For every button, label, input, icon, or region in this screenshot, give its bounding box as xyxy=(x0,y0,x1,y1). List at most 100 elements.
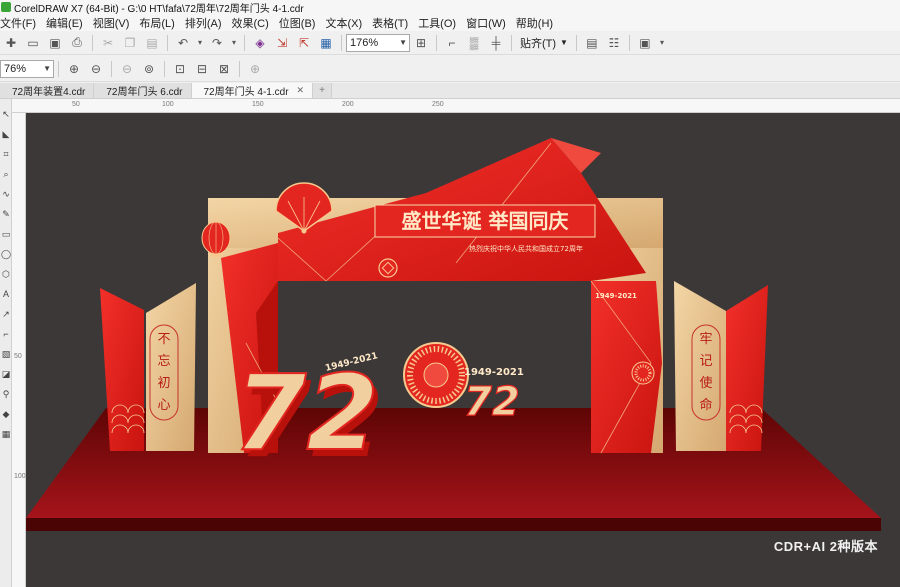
undo-icon[interactable]: ↶ xyxy=(174,34,192,52)
tab-document-1[interactable]: 72周年装置4.cdr xyxy=(0,83,95,98)
smart-fill-icon[interactable]: ▦ xyxy=(1,429,11,439)
application-launcher-icon[interactable]: ▣ xyxy=(636,34,654,52)
right-pillar-char-3: 使 xyxy=(699,375,712,391)
menu-edit[interactable]: 编辑(E) xyxy=(46,15,89,31)
print-icon[interactable]: ⎙ xyxy=(68,34,86,52)
tab-document-2[interactable]: 72周年门头 6.cdr xyxy=(94,83,192,98)
document-tabs: 72周年装置4.cdr 72周年门头 6.cdr 72周年门头 4-1.cdr … xyxy=(0,83,900,99)
publish-pdf-icon[interactable]: ▦ xyxy=(317,34,335,52)
horizontal-ruler[interactable]: 50 100 150 200 250 xyxy=(12,99,900,113)
coreldraw-app-icon xyxy=(1,2,11,12)
zoom-out-icon[interactable]: ⊖ xyxy=(87,60,105,78)
interactive-fill-icon[interactable]: ◆ xyxy=(1,409,11,419)
ruler-tick: 100 xyxy=(162,101,174,108)
text-tool-icon[interactable]: A xyxy=(1,289,11,299)
polygon-tool-icon[interactable]: ⬡ xyxy=(1,269,11,279)
show-guidelines-icon[interactable]: ╪ xyxy=(487,34,505,52)
cut-icon[interactable]: ✂ xyxy=(99,34,117,52)
crop-tool-icon[interactable]: ⌗ xyxy=(1,149,11,159)
copy-icon[interactable]: ❐ xyxy=(121,34,139,52)
zoom-in-icon[interactable]: ⊕ xyxy=(65,60,83,78)
new-document-icon[interactable]: ✚ xyxy=(2,34,20,52)
right-pillar xyxy=(674,281,768,451)
left-pillar xyxy=(100,283,196,451)
separator xyxy=(341,34,342,51)
zoom-to-height-icon[interactable]: ⊠ xyxy=(215,60,233,78)
left-pillar-char-2: 忘 xyxy=(157,354,170,369)
separator xyxy=(628,34,630,51)
separator xyxy=(111,60,112,77)
artwork-svg: 盛世华诞 举国同庆 热烈庆祝中华人民共和国成立72周年 1949-2021 不 … xyxy=(26,138,881,531)
close-icon[interactable]: ✕ xyxy=(297,85,305,96)
menu-help[interactable]: 帮助(H) xyxy=(516,15,559,31)
zoom-tool-icon[interactable]: ⌕ xyxy=(1,169,11,179)
drop-shadow-icon[interactable]: ▧ xyxy=(1,349,11,359)
save-icon[interactable]: ▣ xyxy=(46,34,64,52)
chevron-down-icon: ▼ xyxy=(43,63,51,73)
snap-to-button[interactable]: 贴齐(T) ▼ xyxy=(516,35,572,51)
menu-table[interactable]: 表格(T) xyxy=(372,15,414,31)
redo-icon[interactable]: ↷ xyxy=(208,34,226,52)
new-tab-button[interactable]: + xyxy=(313,83,332,98)
drawing-canvas[interactable]: 盛世华诞 举国同庆 热烈庆祝中华人民共和国成立72周年 1949-2021 不 … xyxy=(26,113,900,587)
right-pillar-char-2: 记 xyxy=(699,354,712,369)
ellipse-tool-icon[interactable]: ◯ xyxy=(1,249,11,259)
center-years-text: 1949-2021 xyxy=(464,367,524,378)
right-pillar-char-4: 命 xyxy=(699,397,712,413)
show-grid-icon[interactable]: ▒ xyxy=(465,34,483,52)
paste-icon[interactable]: ▤ xyxy=(143,34,161,52)
sunburst-ornament xyxy=(403,342,469,408)
undo-dropdown-icon[interactable]: ▾ xyxy=(196,34,204,52)
ruler-tick: 50 xyxy=(14,353,22,360)
zoom-to-page-icon[interactable]: ⊡ xyxy=(171,60,189,78)
separator xyxy=(244,34,245,51)
menu-text[interactable]: 文本(X) xyxy=(325,15,368,31)
menu-tools[interactable]: 工具(O) xyxy=(418,15,462,31)
import-icon[interactable]: ⇲ xyxy=(273,34,291,52)
search-content-icon[interactable]: ◈ xyxy=(251,34,269,52)
zoom-to-selected-icon[interactable]: ⊖ xyxy=(118,60,136,78)
eyedropper-icon[interactable]: ⚲ xyxy=(1,389,11,399)
menu-effects[interactable]: 效果(C) xyxy=(232,15,275,31)
ruler-tick: 150 xyxy=(252,101,264,108)
open-folder-icon[interactable]: ▭ xyxy=(24,34,42,52)
rectangle-tool-icon[interactable]: ▭ xyxy=(1,229,11,239)
coin-ornament xyxy=(378,258,398,278)
version-watermark: CDR+AI 2种版本 xyxy=(773,539,878,554)
transparency-tool-icon[interactable]: ◪ xyxy=(1,369,11,379)
headline-text: 盛世华诞 举国同庆 xyxy=(402,209,569,233)
zoom-level-select[interactable]: 176% ▼ xyxy=(346,33,410,52)
tab-document-3[interactable]: 72周年门头 4-1.cdr ✕ xyxy=(191,83,314,98)
window-title: CorelDRAW X7 (64-Bit) - G:\0 HT\fafa\72周… xyxy=(14,3,304,15)
connector-tool-icon[interactable]: ⌐ xyxy=(1,329,11,339)
add-zoom-icon[interactable]: ⊕ xyxy=(246,60,264,78)
separator xyxy=(436,34,437,51)
launcher-dropdown-icon[interactable]: ▾ xyxy=(658,34,666,52)
menu-arrange[interactable]: 排列(A) xyxy=(185,15,228,31)
artistic-media-icon[interactable]: ✎ xyxy=(1,209,11,219)
zoom-to-all-objects-icon[interactable]: ⊚ xyxy=(140,60,158,78)
freehand-tool-icon[interactable]: ∿ xyxy=(1,189,11,199)
parallel-dimension-icon[interactable]: ↗ xyxy=(1,309,11,319)
export-icon[interactable]: ⇱ xyxy=(295,34,313,52)
menu-view[interactable]: 视图(V) xyxy=(93,15,136,31)
vertical-ruler[interactable]: 50 100 xyxy=(12,113,26,587)
tab-label: 72周年门头 4-1.cdr xyxy=(203,87,289,98)
separator xyxy=(575,34,577,51)
shape-tool-icon[interactable]: ◣ xyxy=(1,129,11,139)
full-screen-preview-icon[interactable]: ⊞ xyxy=(412,34,430,52)
show-rulers-icon[interactable]: ⌐ xyxy=(443,34,461,52)
redo-dropdown-icon[interactable]: ▾ xyxy=(230,34,238,52)
menu-layout[interactable]: 布局(L) xyxy=(139,15,180,31)
zoom-levels-select[interactable]: 76% ▼ xyxy=(0,59,54,78)
menu-window[interactable]: 窗口(W) xyxy=(466,15,512,31)
right-pillar-char-1: 牢 xyxy=(699,332,712,347)
zoom-to-width-icon[interactable]: ⊟ xyxy=(193,60,211,78)
welcome-screen-icon[interactable]: ▤ xyxy=(583,34,601,52)
separator xyxy=(511,34,512,51)
menu-file[interactable]: 文件(F) xyxy=(0,15,42,31)
options-icon[interactable]: ☷ xyxy=(605,34,623,52)
menu-bitmaps[interactable]: 位图(B) xyxy=(279,15,322,31)
pick-tool-icon[interactable]: ↖ xyxy=(1,109,11,119)
ruler-tick: 250 xyxy=(432,101,444,108)
